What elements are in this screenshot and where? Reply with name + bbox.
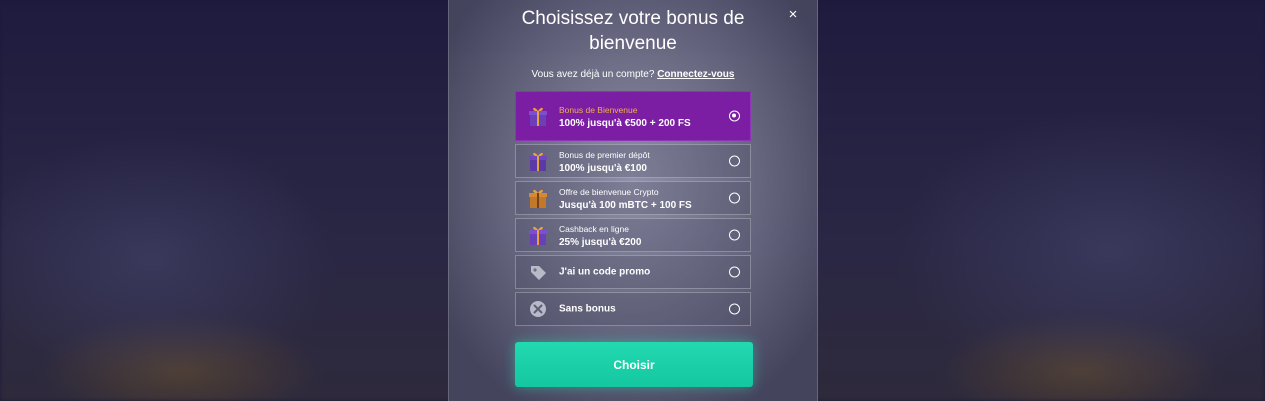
bonus-option-cashback[interactable]: Cashback en ligne 25% jusqu'à €200 (515, 218, 751, 252)
gift-icon (529, 107, 547, 126)
option-radio[interactable] (729, 266, 740, 278)
close-icon[interactable]: × (786, 7, 800, 23)
login-prompt-line: Vous avez déjà un compte? Connectez-vous (449, 69, 817, 80)
welcome-bonus-modal: Choisissez votre bonus de bienvenue × Vo… (448, 0, 818, 401)
gift-icon (529, 226, 547, 245)
bonus-option-promo-code[interactable]: J'ai un code promo (515, 255, 751, 289)
choose-button[interactable]: Choisir (515, 342, 753, 387)
option-title: J'ai un code promo (559, 266, 651, 278)
option-title: 100% jusqu'à €100 (559, 163, 647, 174)
bonus-option-welcome[interactable]: Bonus de Bienvenue 100% jusqu'à €500 + 2… (515, 91, 751, 141)
tag-icon (531, 266, 546, 280)
option-subtitle: Bonus de premier dépôt (559, 150, 650, 160)
login-link[interactable]: Connectez-vous (657, 69, 734, 80)
option-title: Sans bonus (559, 303, 616, 315)
option-radio[interactable] (729, 192, 740, 204)
option-radio[interactable] (729, 155, 740, 167)
option-title: 100% jusqu'à €500 + 200 FS (559, 118, 691, 129)
option-subtitle: Cashback en ligne (559, 224, 629, 234)
option-subtitle: Bonus de Bienvenue (559, 105, 638, 115)
bonus-option-crypto[interactable]: Offre de bienvenue Crypto Jusqu'à 100 mB… (515, 181, 751, 215)
option-title: 25% jusqu'à €200 (559, 237, 642, 248)
option-radio[interactable] (729, 303, 740, 315)
modal-title: Choisissez votre bonus de bienvenue (521, 8, 745, 54)
option-radio[interactable] (729, 229, 740, 241)
bonus-option-no-bonus[interactable]: Sans bonus (515, 292, 751, 326)
login-prompt-text: Vous avez déjà un compte? (531, 69, 655, 80)
gift-icon (529, 189, 547, 208)
gift-icon (529, 152, 547, 171)
option-radio-selected[interactable] (729, 110, 740, 122)
bonus-option-first-deposit[interactable]: Bonus de premier dépôt 100% jusqu'à €100 (515, 144, 751, 178)
option-title: Jusqu'à 100 mBTC + 100 FS (559, 200, 692, 211)
option-subtitle: Offre de bienvenue Crypto (559, 187, 659, 197)
no-bonus-icon (530, 301, 546, 317)
